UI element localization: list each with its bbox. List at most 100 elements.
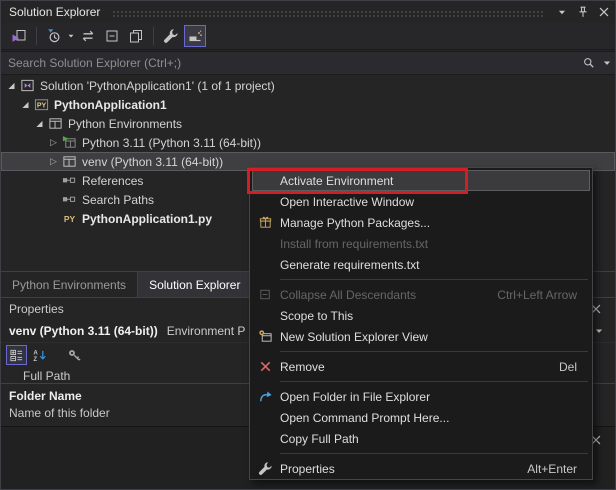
search-options-caret[interactable] xyxy=(599,58,615,68)
chevron-down-icon xyxy=(555,5,569,19)
toolbar-button-track-active-item-icon[interactable] xyxy=(184,25,206,47)
svg-text:Z: Z xyxy=(33,356,37,363)
switch-views-icon xyxy=(11,28,27,44)
py-file-icon: PY xyxy=(61,211,77,227)
sort-alphabetical-icon: AZ xyxy=(32,348,47,363)
key-icon xyxy=(67,348,82,363)
tree-item-label: Search Paths xyxy=(82,193,154,207)
properties-toolbar-sort-alphabetical-icon[interactable]: AZ xyxy=(29,345,50,365)
properties-toolbar-key-icon[interactable] xyxy=(64,345,85,365)
python-env-default-icon xyxy=(61,135,77,151)
menu-item-install-from-requirements-txt: Install from requirements.txt xyxy=(250,233,592,254)
expanded-twisty-icon[interactable]: ◢ xyxy=(5,81,18,90)
pending-changes-filter-icon xyxy=(46,28,62,44)
tab-python-environments[interactable]: Python Environments xyxy=(1,272,138,297)
properties-combo-caret[interactable] xyxy=(592,324,606,338)
menu-item-label: Manage Python Packages... xyxy=(280,216,592,230)
tree-item-python-environments[interactable]: ◢Python Environments xyxy=(1,114,615,133)
toolbar-dropdown-caret[interactable] xyxy=(66,25,76,47)
references-icon xyxy=(61,173,77,189)
menu-item-label: Collapse All Descendants xyxy=(280,288,497,302)
caret-down-icon xyxy=(594,326,604,336)
menu-item-open-interactive-window[interactable]: Open Interactive Window xyxy=(250,191,592,212)
menu-item-open-folder-in-file-explorer[interactable]: Open Folder in File Explorer xyxy=(250,386,592,407)
menu-item-label: Copy Full Path xyxy=(280,432,592,446)
svg-text:PY: PY xyxy=(63,214,75,224)
window-position-button[interactable] xyxy=(552,3,571,21)
tree-item-solution-pythonapplication1-1-of-1-project[interactable]: ◢ Solution 'PythonApplication1' (1 of 1 p… xyxy=(1,76,615,95)
properties-object-type: Environment P xyxy=(167,324,246,338)
toolbar-button-switch-views-icon[interactable] xyxy=(8,25,30,47)
toolbar-separator xyxy=(153,27,154,45)
python-env-icon xyxy=(61,154,77,170)
properties-toolbar-categorized-icon[interactable] xyxy=(6,345,27,365)
wrench-icon xyxy=(250,461,280,476)
remove-x-icon xyxy=(250,359,280,374)
search-input[interactable]: Search Solution Explorer (Ctrl+;) xyxy=(1,56,579,70)
copy-icon xyxy=(128,28,144,44)
menu-item-label: Install from requirements.txt xyxy=(280,237,592,251)
close-button[interactable] xyxy=(594,3,613,21)
expanded-twisty-icon[interactable]: ◢ xyxy=(19,100,32,109)
tab-solution-explorer[interactable]: Solution Explorer xyxy=(138,272,252,297)
package-gift-icon xyxy=(250,215,280,230)
collapsed-twisty-icon[interactable]: ▷ xyxy=(47,157,60,167)
collapsed-twisty-icon[interactable]: ▷ xyxy=(47,138,60,148)
toolbar-button-sync-with-active-document-icon[interactable] xyxy=(77,25,99,47)
tab-label: Solution Explorer xyxy=(149,278,240,292)
menu-item-new-solution-explorer-view[interactable]: New Solution Explorer View xyxy=(250,326,592,347)
toolbar-button-properties-wrench-icon[interactable] xyxy=(160,25,182,47)
search-icon[interactable] xyxy=(579,56,599,70)
open-folder-arrow-icon xyxy=(250,389,280,404)
menu-item-label: Generate requirements.txt xyxy=(280,258,592,272)
menu-item-open-command-prompt-here[interactable]: Open Command Prompt Here... xyxy=(250,407,592,428)
tree-item-label: PythonApplication1 xyxy=(54,98,167,112)
titlebar[interactable]: Solution Explorer xyxy=(1,1,615,23)
tree-item-label: Python 3.11 (Python 3.11 (64-bit)) xyxy=(82,136,261,150)
tree-item-pythonapplication1[interactable]: ◢ PY PythonApplication1 xyxy=(1,95,615,114)
menu-separator-line xyxy=(280,351,588,352)
tree-item-label: Solution 'PythonApplication1' (1 of 1 pr… xyxy=(40,79,275,93)
menu-separator-line xyxy=(280,381,588,382)
collapse-descendants-icon xyxy=(250,287,280,302)
tree-item-label: venv (Python 3.11 (64-bit)) xyxy=(82,155,223,169)
new-view-icon xyxy=(250,329,280,344)
toolbar-button-pending-changes-filter-icon[interactable] xyxy=(43,25,65,47)
tab-label: Python Environments xyxy=(12,278,126,292)
solution-icon xyxy=(19,78,35,94)
pin-button[interactable] xyxy=(573,3,592,21)
sync-with-active-document-icon xyxy=(80,28,96,44)
properties-title: Properties xyxy=(1,302,64,316)
menu-item-label: Remove xyxy=(280,360,559,374)
toolbar-separator xyxy=(36,27,37,45)
py-project-icon: PY xyxy=(33,97,49,113)
tree-item-label: References xyxy=(82,174,143,188)
menu-item-scope-to-this[interactable]: Scope to This xyxy=(250,305,592,326)
menu-separator xyxy=(250,347,592,356)
menu-item-properties[interactable]: PropertiesAlt+Enter xyxy=(250,458,592,479)
property-row-full-path[interactable]: Full Path xyxy=(23,369,70,383)
svg-text:PY: PY xyxy=(36,102,46,109)
expanded-twisty-icon[interactable]: ◢ xyxy=(33,119,46,128)
menu-separator xyxy=(250,449,592,458)
menu-item-manage-python-packages[interactable]: Manage Python Packages... xyxy=(250,212,592,233)
menu-item-label: Properties xyxy=(280,462,527,476)
menu-item-generate-requirements-txt[interactable]: Generate requirements.txt xyxy=(250,254,592,275)
toolbar-button-collapse-all-icon[interactable] xyxy=(101,25,123,47)
tree-item-python-3-11-python-3-11-64-bit[interactable]: ▷ Python 3.11 (Python 3.11 (64-bit)) xyxy=(1,133,615,152)
titlebar-grip xyxy=(112,10,544,17)
properties-wrench-icon xyxy=(163,28,179,44)
menu-separator-line xyxy=(280,279,588,280)
menu-separator-line xyxy=(280,453,588,454)
menu-item-copy-full-path[interactable]: Copy Full Path xyxy=(250,428,592,449)
menu-item-label: Open Command Prompt Here... xyxy=(280,411,592,425)
environments-icon xyxy=(47,116,63,132)
references-icon xyxy=(61,192,77,208)
caret-down-icon xyxy=(602,58,612,68)
toolbar-button-copy-icon[interactable] xyxy=(125,25,147,47)
collapse-all-icon xyxy=(104,28,120,44)
menu-item-label: Scope to This xyxy=(280,309,592,323)
close-icon xyxy=(597,5,611,19)
menu-item-remove[interactable]: RemoveDel xyxy=(250,356,592,377)
menu-item-collapse-all-descendants: Collapse All DescendantsCtrl+Left Arrow xyxy=(250,284,592,305)
